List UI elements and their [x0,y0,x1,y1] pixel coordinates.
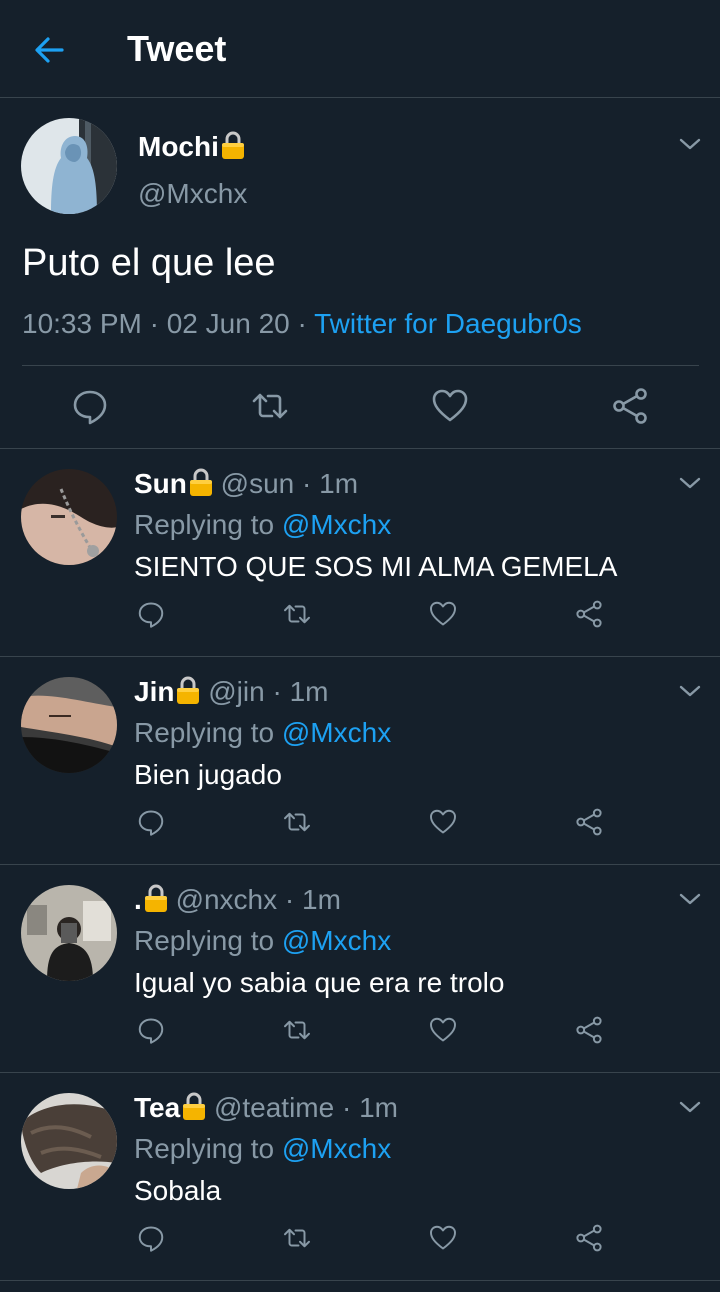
reply-tweet[interactable]: Tea @teatime · 1m Replying to @Mxchx Sob… [0,1073,720,1281]
mention-link[interactable]: @Mxchx [282,717,391,748]
reply-author-name[interactable]: Sun [134,468,187,499]
retweet-icon[interactable] [282,807,312,837]
avatar[interactable] [21,677,117,773]
chevron-down-icon[interactable] [676,1097,704,1117]
chevron-down-icon[interactable] [676,681,704,701]
share-icon[interactable] [574,599,604,629]
like-icon[interactable] [428,807,458,837]
replying-to: Replying to @Mxchx [134,717,392,748]
top-bar: Tweet [0,0,720,98]
lock-icon [189,467,213,497]
mention-link[interactable]: @Mxchx [282,925,391,956]
retweet-icon[interactable] [250,386,290,426]
retweet-icon[interactable] [282,1015,312,1045]
retweet-icon[interactable] [282,599,312,629]
tweet-source-link[interactable]: Twitter for Daegubr0s [314,308,582,339]
author-name[interactable]: Mochi [138,130,245,163]
page-title: Tweet [127,28,227,69]
lock-icon [221,130,245,160]
tweet-text: Puto el que lee [22,242,276,284]
retweet-icon[interactable] [282,1223,312,1253]
share-icon[interactable] [574,1223,604,1253]
share-icon[interactable] [574,807,604,837]
chevron-down-icon[interactable] [676,473,704,493]
tweet-meta: 10:33 PM · 02 Jun 20 · Twitter for Daegu… [22,308,582,340]
mention-link[interactable]: @Mxchx [282,1133,391,1164]
like-icon[interactable] [428,599,458,629]
reply-tweet[interactable]: . @nxchx · 1m Replying to @Mxchx Igual y… [0,865,720,1073]
replying-to: Replying to @Mxchx [134,925,392,956]
reply-author-name[interactable]: . [134,884,142,915]
reply-tweet[interactable]: Jin @jin · 1m Replying to @Mxchx Bien ju… [0,657,720,865]
author-handle[interactable]: @Mxchx [138,178,247,210]
replying-to: Replying to @Mxchx [134,1133,392,1164]
reply-text: Sobala [134,1175,222,1206]
chevron-down-icon[interactable] [676,134,704,154]
like-icon[interactable] [428,1015,458,1045]
avatar[interactable] [21,118,117,214]
mention-link[interactable]: @Mxchx [282,509,391,540]
reply-author-name[interactable]: Tea [134,1092,180,1123]
reply-text: SIENTO QUE SOS MI ALMA GEMELA [134,551,618,582]
avatar[interactable] [21,1093,117,1189]
reply-header: Jin @jin · 1m [134,675,328,708]
reply-author-name[interactable]: Jin [134,676,174,707]
lock-icon [182,1091,206,1121]
lock-icon [176,675,200,705]
like-icon[interactable] [428,1223,458,1253]
tweet-timestamp: 10:33 PM · 02 Jun 20 · [22,308,315,339]
reply-icon[interactable] [70,386,110,426]
divider [22,365,699,366]
share-icon[interactable] [610,386,650,426]
share-icon[interactable] [574,1015,604,1045]
reply-header: Tea @teatime · 1m [134,1091,398,1124]
main-tweet: Mochi @Mxchx Puto el que lee 10:33 PM · … [0,98,720,449]
reply-text: Bien jugado [134,759,282,790]
reply-header: . @nxchx · 1m [134,883,341,916]
replying-to: Replying to @Mxchx [134,509,392,540]
chevron-down-icon[interactable] [676,889,704,909]
reply-handle-time[interactable]: @teatime · 1m [214,1092,398,1123]
reply-tweet[interactable]: Sun @sun · 1m Replying to @Mxchx SIENTO … [0,449,720,657]
reply-icon[interactable] [136,807,166,837]
reply-handle-time[interactable]: @nxchx · 1m [176,884,341,915]
reply-header: Sun @sun · 1m [134,467,358,500]
lock-icon [144,883,168,913]
reply-handle-time[interactable]: @sun · 1m [221,468,358,499]
like-icon[interactable] [430,386,470,426]
avatar[interactable] [21,885,117,981]
reply-icon[interactable] [136,599,166,629]
reply-handle-time[interactable]: @jin · 1m [208,676,328,707]
avatar[interactable] [21,469,117,565]
reply-icon[interactable] [136,1015,166,1045]
reply-text: Igual yo sabia que era re trolo [134,967,505,998]
back-arrow-icon[interactable] [30,30,70,70]
reply-icon[interactable] [136,1223,166,1253]
